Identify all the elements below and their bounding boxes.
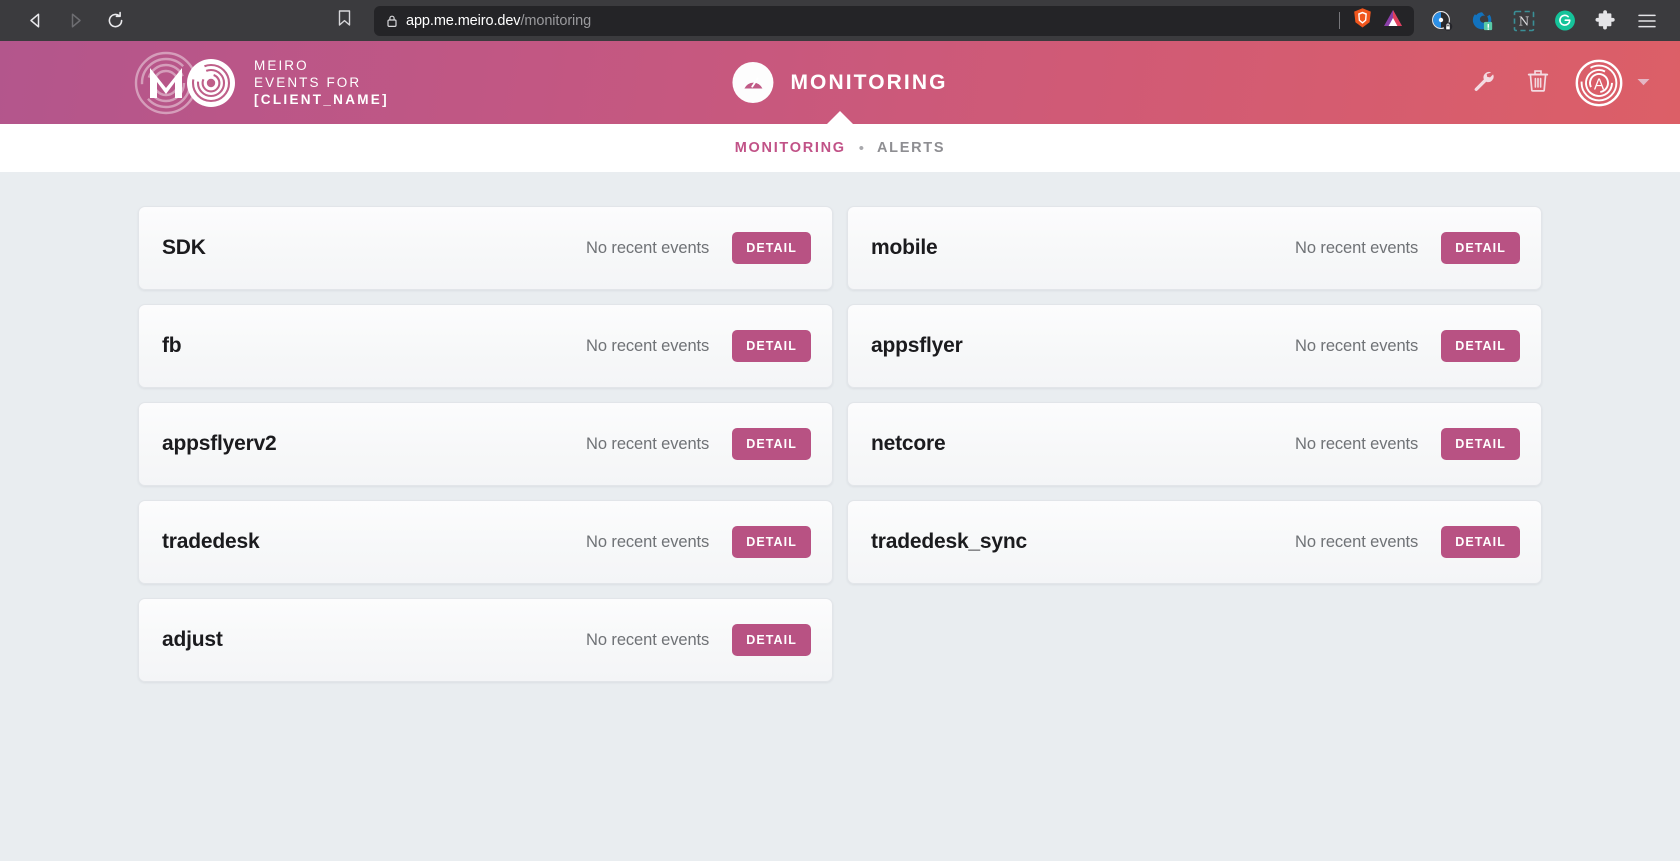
brave-rewards-triangle-icon[interactable] [1382,8,1404,33]
lock-icon [382,14,402,28]
avatar[interactable]: A [1572,56,1626,110]
forward-arrow-icon [67,12,84,29]
subnav: MONITORING • ALERTS [0,124,1680,172]
source-status: No recent events [586,238,710,257]
source-card[interactable]: appsflyer No recent events DETAIL [847,304,1542,388]
brand-line-3: [CLIENT_NAME] [254,92,389,107]
source-card[interactable]: tradedesk_sync No recent events DETAIL [847,500,1542,584]
svg-text:N: N [1519,14,1530,28]
onetab-icon[interactable] [1472,10,1494,32]
wrench-icon [1471,69,1494,97]
detail-button[interactable]: DETAIL [732,624,811,656]
settings-button[interactable] [1454,55,1510,111]
chevron-down-icon [1636,74,1651,92]
grammarly-icon[interactable] [1554,10,1576,32]
brand[interactable]: MEIRO EVENTS FOR [CLIENT_NAME] [132,50,389,116]
header-actions: A [1454,55,1660,111]
source-name: tradedesk_sync [871,530,1027,553]
back-button[interactable] [18,6,52,36]
url-domain: app.me.meiro.dev [406,12,521,29]
source-card[interactable]: tradedesk No recent events DETAIL [138,500,833,584]
source-status: No recent events [1295,238,1419,257]
detail-button[interactable]: DETAIL [1441,330,1520,362]
source-name: appsflyer [871,334,963,357]
brave-lion-icon[interactable] [1352,7,1373,34]
reload-icon [106,11,125,30]
header-notch [827,111,853,124]
brand-text: MEIRO EVENTS FOR [CLIENT_NAME] [254,57,389,108]
forward-button[interactable] [58,6,92,36]
source-name: SDK [162,236,206,259]
trash-icon [1527,69,1549,97]
privacy-badger-icon[interactable] [1431,10,1453,32]
url-path: /monitoring [520,12,592,29]
source-card[interactable]: SDK No recent events DETAIL [138,206,833,290]
detail-button[interactable]: DETAIL [732,232,811,264]
source-card[interactable]: adjust No recent events DETAIL [138,598,833,682]
tab-monitoring[interactable]: MONITORING [735,140,846,156]
source-status: No recent events [586,630,710,649]
divider [1339,12,1340,29]
detail-button[interactable]: DETAIL [1441,428,1520,460]
source-card-grid: SDK No recent events DETAIL fb No recent… [138,206,1542,682]
meiro-maze-logo [132,50,242,116]
page-title-group: MONITORING [732,62,947,103]
account-menu-button[interactable] [1626,63,1660,103]
source-status: No recent events [1295,532,1419,551]
source-card[interactable]: mobile No recent events DETAIL [847,206,1542,290]
user-avatar-maze-icon: A [1575,59,1623,106]
back-arrow-icon [27,12,44,29]
detail-button[interactable]: DETAIL [732,428,811,460]
source-name: netcore [871,432,946,455]
notion-clipper-icon[interactable]: N [1513,10,1535,32]
source-status: No recent events [586,434,710,453]
detail-button[interactable]: DETAIL [1441,232,1520,264]
brand-line-1: MEIRO [254,58,309,73]
address-bar[interactable]: app.me.meiro.dev/monitoring [374,5,1414,36]
bookmark-button[interactable] [328,6,360,36]
app-header: MEIRO EVENTS FOR [CLIENT_NAME] MONITORIN… [0,41,1680,124]
tab-alerts[interactable]: ALERTS [877,140,945,156]
source-name: fb [162,334,182,357]
source-name: appsflyerv2 [162,432,277,455]
address-bar-actions [1339,7,1406,34]
source-name: adjust [162,628,223,651]
source-status: No recent events [586,336,710,355]
reload-button[interactable] [98,6,132,36]
column-right: mobile No recent events DETAIL appsflyer… [847,206,1542,682]
column-left: SDK No recent events DETAIL fb No recent… [138,206,833,682]
source-card[interactable]: netcore No recent events DETAIL [847,402,1542,486]
source-card[interactable]: fb No recent events DETAIL [138,304,833,388]
main-content: SDK No recent events DETAIL fb No recent… [0,172,1680,861]
brand-line-2: EVENTS FOR [254,75,362,90]
detail-button[interactable]: DETAIL [1441,526,1520,558]
subnav-separator: • [858,139,865,157]
source-card[interactable]: appsflyerv2 No recent events DETAIL [138,402,833,486]
browser-nav-buttons [18,6,132,36]
detail-button[interactable]: DETAIL [732,330,811,362]
source-status: No recent events [1295,336,1419,355]
source-name: tradedesk [162,530,260,553]
source-status: No recent events [586,532,710,551]
source-name: mobile [871,236,938,259]
extension-toolbar: N [1431,9,1668,32]
browser-toolbar: app.me.meiro.dev/monitoring N [0,0,1680,41]
address-bar-text: app.me.meiro.dev/monitoring [406,13,591,29]
gauge-icon [732,62,774,103]
extensions-puzzle-icon[interactable] [1595,9,1617,32]
source-status: No recent events [1295,434,1419,453]
bookmark-icon [336,9,353,32]
delete-button[interactable] [1510,55,1566,111]
page-title: MONITORING [790,70,948,94]
detail-button[interactable]: DETAIL [732,526,811,558]
svg-text:A: A [1594,76,1605,93]
browser-menu-icon[interactable] [1636,10,1658,32]
